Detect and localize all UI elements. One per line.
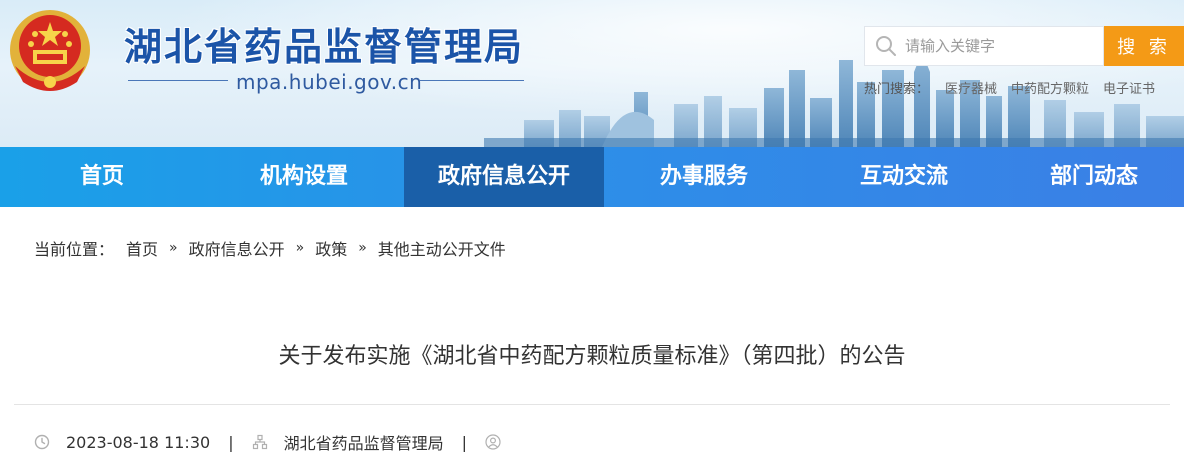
- hot-search-link[interactable]: 中药配方颗粒: [1011, 78, 1089, 97]
- breadcrumb-label: 当前位置：: [34, 240, 115, 259]
- nav-item-organization[interactable]: 机构设置: [204, 147, 404, 207]
- meta-separator: |: [228, 432, 234, 452]
- breadcrumb-link-policy[interactable]: 政策: [315, 236, 347, 260]
- hot-search-link[interactable]: 电子证书: [1103, 78, 1155, 97]
- organization-icon: [252, 434, 267, 450]
- site-header: 湖北省药品监督管理局 mpa.hubei.gov.cn 搜 索 热门搜索： 医疗…: [0, 0, 1184, 147]
- main-nav: 首页 机构设置 政府信息公开 办事服务 互动交流 部门动态: [0, 147, 1184, 207]
- search-icon: [876, 36, 896, 56]
- search-input[interactable]: [905, 31, 1095, 61]
- clock-icon: [34, 434, 50, 450]
- nav-item-department-news[interactable]: 部门动态: [1004, 147, 1184, 207]
- article-source: 湖北省药品监督管理局: [283, 434, 444, 453]
- search-box: [864, 26, 1104, 66]
- breadcrumb-separator: »: [295, 240, 305, 256]
- search-button[interactable]: 搜 索: [1104, 26, 1184, 66]
- breadcrumb-separator: »: [169, 240, 178, 256]
- breadcrumb-link-home[interactable]: 首页: [126, 236, 158, 260]
- domain-divider-right: [420, 80, 524, 81]
- nav-item-services[interactable]: 办事服务: [604, 147, 804, 207]
- hot-search: 热门搜索： 医疗器械 中药配方颗粒 电子证书: [864, 78, 1155, 97]
- breadcrumb-separator: »: [358, 240, 367, 256]
- site-domain-row: mpa.hubei.gov.cn: [124, 68, 524, 94]
- meta-separator: |: [461, 432, 467, 452]
- breadcrumb-link-other-files[interactable]: 其他主动公开文件: [378, 236, 506, 260]
- user-icon: [485, 434, 501, 450]
- article-title: 关于发布实施《湖北省中药配方颗粒质量标准》（第四批）的公告: [278, 344, 906, 369]
- nav-item-home[interactable]: 首页: [0, 147, 204, 207]
- article-meta: 2023-08-18 11:30 | 湖北省药品监督管理局 |: [34, 430, 501, 454]
- hot-search-label: 热门搜索：: [864, 82, 930, 97]
- national-emblem-icon: [10, 10, 90, 91]
- breadcrumb-link-gov-info[interactable]: 政府信息公开: [189, 236, 285, 260]
- breadcrumb: 当前位置： 首页 » 政府信息公开 » 政策 » 其他主动公开文件: [34, 236, 506, 260]
- site-title[interactable]: 湖北省药品监督管理局: [124, 16, 524, 71]
- publish-date: 2023-08-18 11:30: [66, 432, 211, 452]
- city-skyline-image: [484, 52, 1184, 147]
- nav-item-gov-info-active[interactable]: 政府信息公开: [404, 147, 604, 207]
- hot-search-link[interactable]: 医疗器械: [945, 78, 997, 97]
- title-divider: [14, 404, 1170, 405]
- domain-divider-left: [128, 80, 228, 81]
- site-domain: mpa.hubei.gov.cn: [236, 70, 423, 94]
- nav-item-interaction[interactable]: 互动交流: [804, 147, 1004, 207]
